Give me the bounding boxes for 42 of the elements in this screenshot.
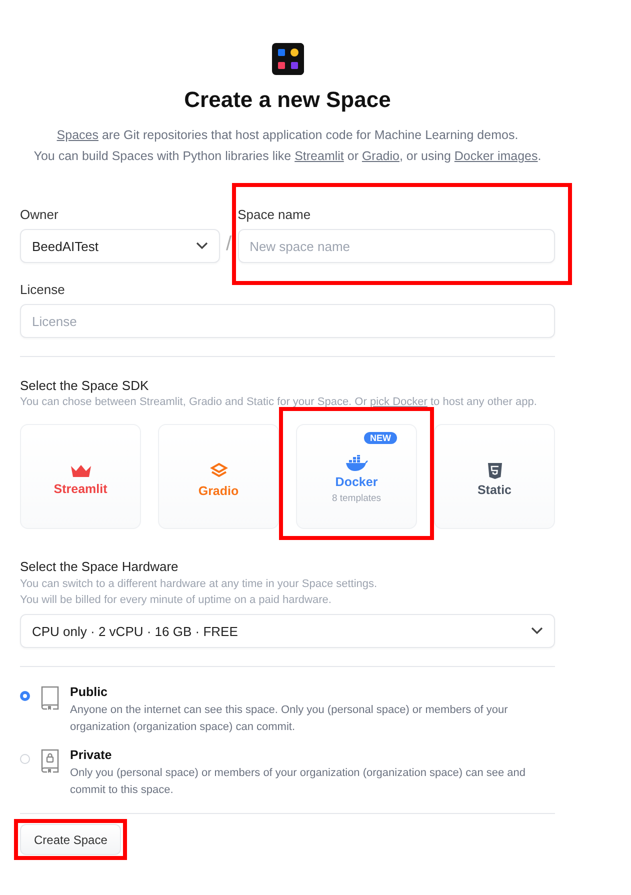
text-link[interactable]: Spaces: [56, 128, 98, 142]
book-icon: [40, 685, 60, 711]
hint-text: You can chose between Streamlit, Gradio and Static for your Space. Or pick Docker to host any other app.: [20, 396, 538, 408]
chevron-down-icon: [531, 627, 543, 635]
license-field[interactable]: License: [20, 304, 555, 338]
sdk-card[interactable]: Gradio: [158, 424, 279, 529]
option-title: Public: [70, 685, 109, 699]
option-description: Anyone on the internet can see this space. Only you (personal space) or members of your organization (organization space) can commit.: [70, 703, 509, 735]
hardware-select[interactable]: CPU only · 2 vCPU · 16 GB · FREE: [20, 614, 555, 648]
sdk-card[interactable]: Streamlit: [20, 424, 141, 529]
intro-text: Spaces are Git repositories that host application code for Machine Learning demos.: [56, 127, 518, 143]
owner-select[interactable]: BeedAITest: [20, 229, 220, 263]
logo-icon: [272, 43, 304, 75]
option-title: Private: [70, 748, 113, 762]
field-label: Owner: [20, 207, 60, 222]
sdk-name: Static: [477, 482, 512, 496]
page-title: Create a new Space: [184, 87, 391, 113]
sdk-name: Gradio: [198, 484, 239, 498]
text-link[interactable]: Docker images: [454, 149, 538, 163]
text-link[interactable]: Streamlit: [294, 149, 344, 163]
sdk-name: Streamlit: [54, 482, 108, 496]
create-space-button[interactable]: Create Space: [20, 824, 122, 855]
hint-text: You will be billed for every minute of uptime on a paid hardware.: [20, 594, 332, 606]
template-count: 8 templates: [332, 493, 382, 504]
chevron-down-icon: [196, 242, 208, 250]
field-label: License: [20, 282, 66, 297]
separator-text: /: [226, 233, 232, 257]
section-title: Select the Space Hardware: [20, 559, 180, 574]
sdk-card[interactable]: NEW Docker 8 templates: [296, 424, 417, 529]
option-description: Only you (personal space) or members of your organization (organization space) can see and commit to this space.: [70, 766, 527, 798]
sdk-card[interactable]: Static: [434, 424, 555, 529]
locked-book-icon: [40, 748, 60, 774]
sdk-name: Docker: [335, 475, 378, 489]
radio-button[interactable]: [20, 691, 30, 701]
field-label: Space name: [238, 207, 312, 222]
new-badge: NEW: [364, 432, 397, 444]
section-title: Select the Space SDK: [20, 378, 150, 393]
intro-text: You can build Spaces with Python libraries like Streamlit or Gradio, or using Docker images.: [34, 148, 542, 164]
hint-text: You can switch to a different hardware at any time in your Space settings.: [20, 578, 378, 590]
text-link[interactable]: Gradio: [362, 149, 400, 163]
text-link[interactable]: pick Docker: [370, 396, 428, 408]
space-name-field[interactable]: New space name: [238, 229, 555, 263]
